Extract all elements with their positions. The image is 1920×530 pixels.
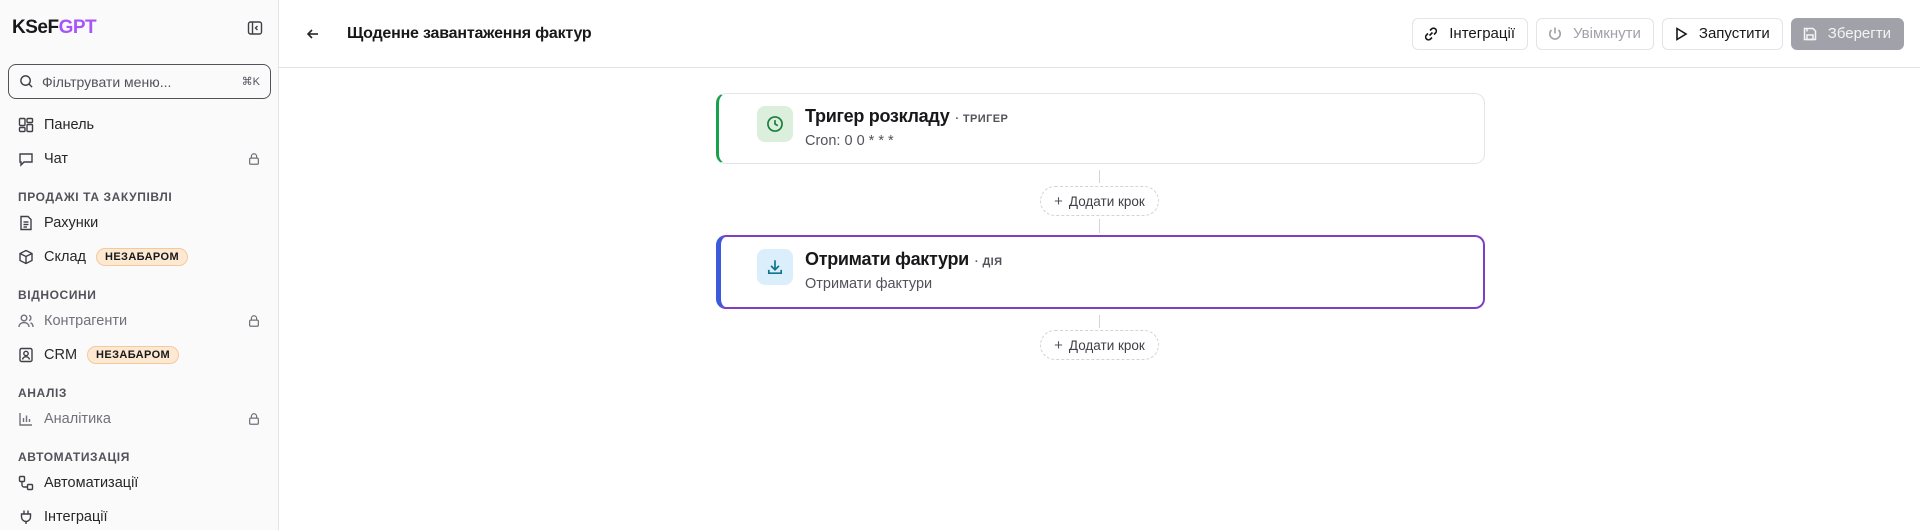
sidebar: KSeFGPT ⌘K Панель Чат ПРОДАЖІ ТА ЗАКУПІВ… (0, 0, 279, 530)
sidebar-item-label: Інтеграції (44, 509, 108, 525)
logo-text-main: KSeF (12, 17, 59, 38)
arrow-left-icon (306, 28, 318, 39)
enable-button[interactable]: Увімкнути (1536, 17, 1654, 50)
trigger-node-type: · ТРИГЕР (955, 113, 1009, 125)
menu-filter[interactable]: ⌘K (8, 64, 271, 99)
trigger-node-title: Тригер розкладу (805, 106, 950, 126)
integrations-button-label: Інтеграції (1449, 25, 1515, 42)
contact-icon (18, 347, 34, 363)
trigger-node-subtitle: Cron: 0 0 * * * (805, 133, 894, 149)
plus-icon: + (1054, 336, 1063, 354)
coming-soon-badge: НЕЗАБАРОМ (87, 346, 180, 364)
sidebar-item-contractors[interactable]: Контрагенти (0, 304, 278, 338)
search-icon (20, 75, 33, 88)
workflow-icon (18, 475, 34, 491)
sidebar-item-invoices[interactable]: Рахунки (0, 206, 278, 240)
users-icon (18, 313, 34, 329)
trigger-node[interactable]: Тригер розкладу · ТРИГЕР Cron: 0 0 * * * (716, 93, 1485, 164)
sidebar-item-crm[interactable]: CRM НЕЗАБАРОМ (0, 338, 278, 372)
back-button[interactable] (299, 20, 327, 48)
enable-button-label: Увімкнути (1573, 25, 1641, 42)
page-title: Щоденне завантаження фактур (347, 24, 592, 42)
save-icon (1803, 27, 1817, 40)
action-node[interactable]: Отримати фактури · ДІЯ Отримати фактури (716, 235, 1485, 309)
logo-text-accent: GPT (58, 17, 97, 38)
filter-shortcut-hint: ⌘K (241, 76, 260, 88)
sidebar-item-warehouse[interactable]: Склад НЕЗАБАРОМ (0, 240, 278, 274)
sidebar-item-automations[interactable]: Автоматизації (0, 466, 278, 500)
sidebar-item-dashboard[interactable]: Панель (0, 108, 278, 142)
action-node-type: · ДІЯ (974, 256, 1003, 268)
page-header: Щоденне завантаження фактур Інтеграції У… (279, 0, 1920, 68)
connector-line (1099, 219, 1100, 233)
action-node-subtitle: Отримати фактури (805, 276, 933, 292)
sidebar-item-label: CRM (44, 347, 78, 363)
sidebar-item-label: Панель (44, 117, 95, 133)
plus-icon: + (1054, 192, 1063, 210)
lock-icon (249, 413, 259, 425)
chat-icon (18, 151, 34, 167)
power-icon (1549, 27, 1561, 40)
box-icon (18, 249, 34, 265)
connector-line (1099, 170, 1100, 183)
section-title-analysis: АНАЛІЗ (18, 386, 68, 400)
run-button[interactable]: Запустити (1661, 17, 1783, 50)
sidebar-item-integrations[interactable]: Інтеграції (0, 500, 278, 530)
add-step-button[interactable]: + Додати крок (1040, 330, 1159, 360)
sidebar-nav: Панель Чат ПРОДАЖІ ТА ЗАКУПІВЛІ Рахунки … (0, 108, 278, 530)
section-title-sales: ПРОДАЖІ ТА ЗАКУПІВЛІ (18, 190, 173, 204)
action-node-title: Отримати фактури (805, 249, 969, 269)
integrations-button[interactable]: Інтеграції (1412, 17, 1528, 50)
app-logo[interactable]: KSeFGPT (12, 17, 97, 39)
add-step-label: Додати крок (1068, 337, 1145, 353)
lock-icon (249, 315, 259, 327)
sidebar-toggle-icon (247, 21, 263, 35)
sidebar-header: KSeFGPT (12, 14, 267, 42)
section-title-automation: АВТОМАТИЗАЦІЯ (18, 450, 130, 464)
workflow-canvas: Тригер розкладу · ТРИГЕР Cron: 0 0 * * *… (279, 69, 1920, 530)
clock-icon (757, 106, 793, 142)
sidebar-item-label: Рахунки (44, 215, 99, 231)
sidebar-item-label: Контрагенти (44, 313, 128, 329)
connector-line (1099, 315, 1100, 328)
dashboard-icon (18, 117, 34, 133)
coming-soon-badge: НЕЗАБАРОМ (95, 248, 189, 266)
file-text-icon (18, 215, 34, 231)
download-icon (757, 249, 793, 285)
sidebar-item-label: Аналітика (44, 411, 111, 427)
add-step-button[interactable]: + Додати крок (1040, 186, 1159, 216)
sidebar-item-label: Автоматизації (44, 475, 139, 491)
save-button-label: Зберегти (1827, 25, 1891, 42)
sidebar-item-chat[interactable]: Чат (0, 142, 278, 176)
run-button-label: Запустити (1698, 25, 1770, 42)
sidebar-toggle-button[interactable] (243, 16, 267, 40)
section-title-relations: ВІДНОСИНИ (18, 288, 97, 302)
play-icon (1676, 26, 1688, 41)
chart-icon (18, 411, 34, 427)
sidebar-item-analytics[interactable]: Аналітика (0, 402, 278, 436)
lock-icon (249, 153, 259, 165)
add-step-label: Додати крок (1068, 193, 1145, 209)
sidebar-item-label: Склад (44, 249, 86, 265)
sidebar-item-label: Чат (44, 151, 69, 167)
link-icon (1425, 26, 1438, 41)
menu-filter-input[interactable] (42, 73, 242, 90)
save-button[interactable]: Зберегти (1790, 17, 1904, 50)
plug-icon (18, 509, 34, 525)
